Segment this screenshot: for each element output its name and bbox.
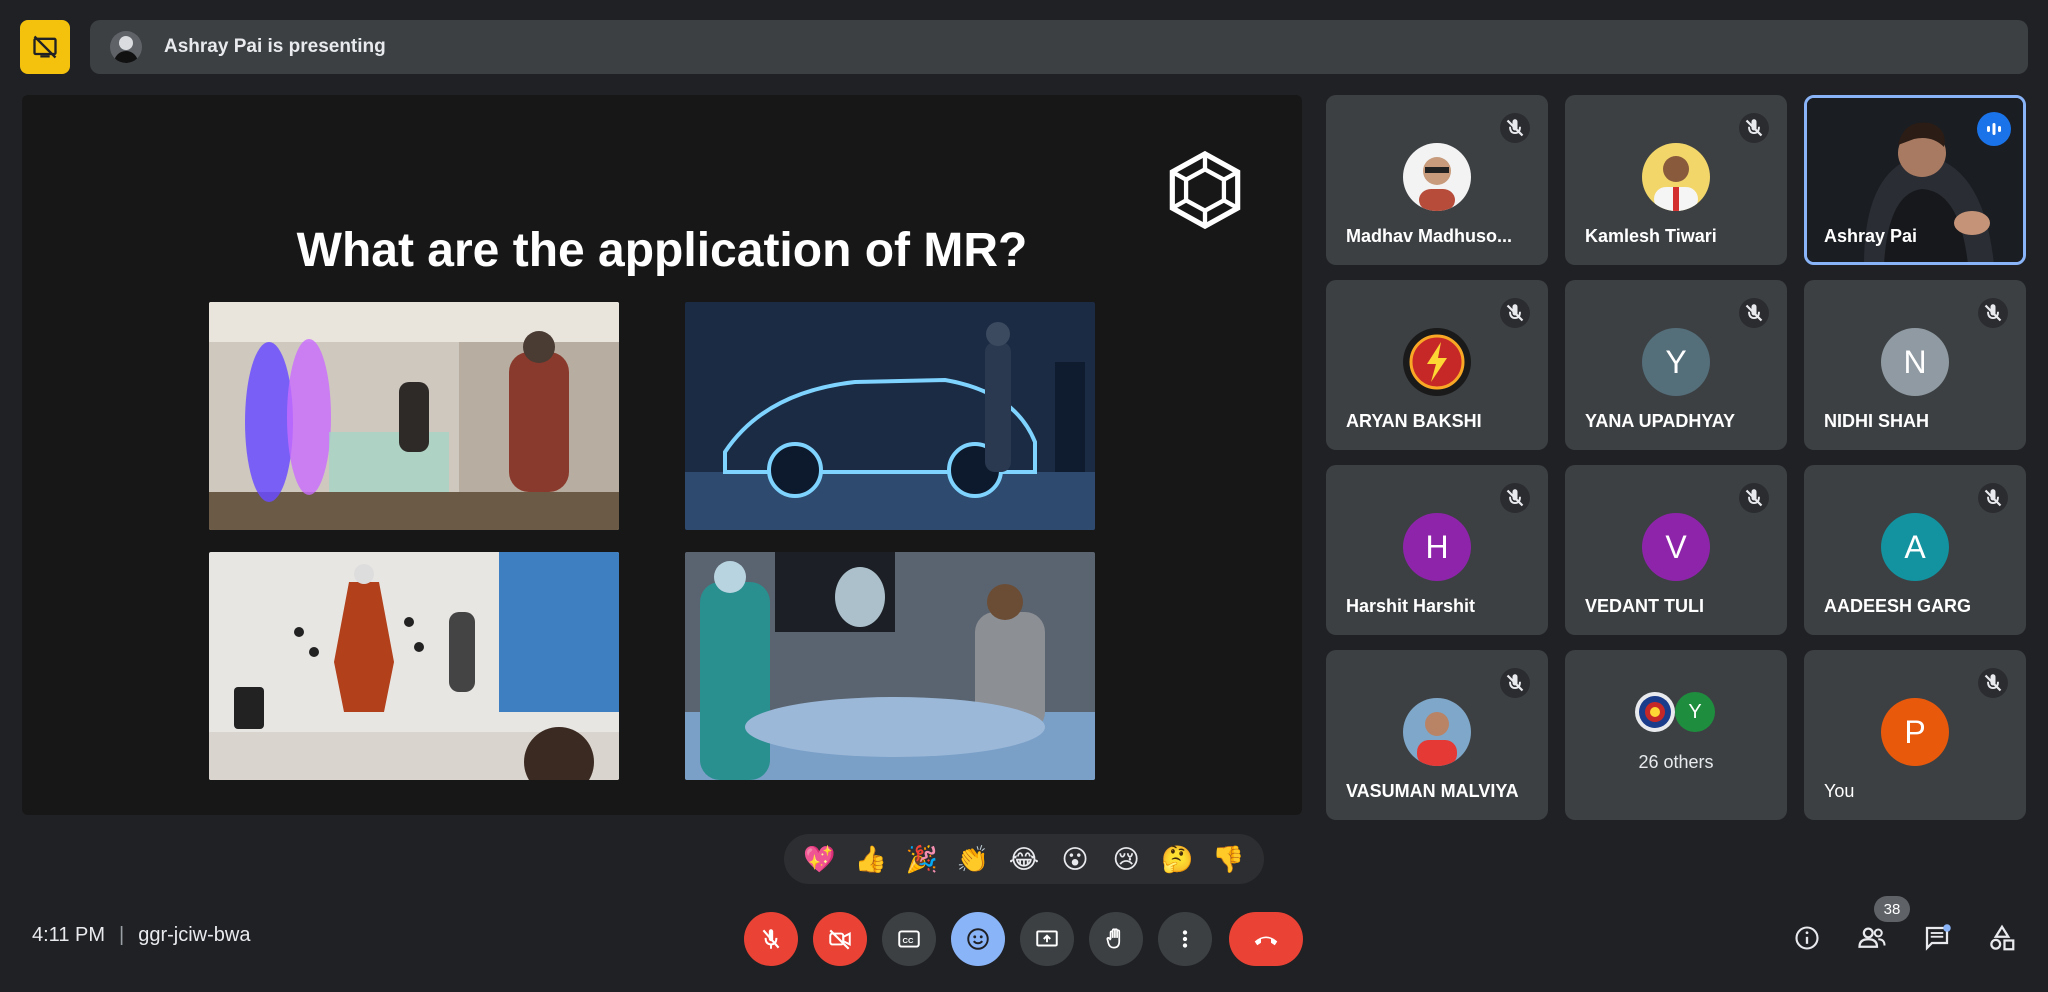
presenting-text: Ashray Pai is presenting xyxy=(164,36,386,57)
slide-image-hologram-room xyxy=(209,302,619,530)
participant-tile[interactable]: V VEDANT TULI xyxy=(1565,465,1787,635)
presenter-avatar xyxy=(110,31,142,63)
mic-off-icon xyxy=(1978,668,2008,698)
reactions-bar: 💖 👍 🎉 👏 😂 😮 😢 🤔 👎 xyxy=(784,834,1264,884)
presenting-bar: Ashray Pai is presenting xyxy=(90,20,2028,74)
participant-name: VEDANT TULI xyxy=(1585,596,1704,616)
shared-screen: What are the application of MR? xyxy=(22,95,1302,815)
camera-off-icon xyxy=(829,929,851,950)
self-tile[interactable]: P You xyxy=(1804,650,2026,820)
reaction-party[interactable]: 🎉 xyxy=(905,842,939,876)
hexagon-logo-icon xyxy=(1169,150,1241,230)
captions-button[interactable]: CC xyxy=(882,912,936,966)
stop-presenting-icon[interactable] xyxy=(20,20,70,74)
speaking-indicator-icon xyxy=(1977,112,2011,146)
participant-name: You xyxy=(1824,781,1855,801)
mic-off-icon xyxy=(1500,298,1530,328)
participant-tile[interactable]: N NIDHI SHAH xyxy=(1804,280,2026,450)
slide-image-surgical-vr xyxy=(685,552,1095,780)
more-options-button[interactable] xyxy=(1158,912,1212,966)
participant-tile[interactable]: ARYAN BAKSHI xyxy=(1326,280,1548,450)
reaction-thumbs-down[interactable]: 👎 xyxy=(1211,842,1245,876)
others-count-label: 26 others xyxy=(1638,752,1714,772)
reaction-surprised[interactable]: 😮 xyxy=(1058,842,1092,876)
reaction-thumbs-up[interactable]: 👍 xyxy=(854,842,888,876)
mic-off-icon xyxy=(1739,298,1769,328)
participant-name: Madhav Madhuso... xyxy=(1346,226,1513,246)
participant-name: AADEESH GARG xyxy=(1824,596,1972,616)
mic-off-icon xyxy=(1500,113,1530,143)
mic-toggle-button[interactable] xyxy=(744,912,798,966)
leave-call-button[interactable] xyxy=(1229,912,1303,966)
participant-initial-avatar: N xyxy=(1881,328,1949,396)
mic-off-icon xyxy=(1739,113,1769,143)
chat-icon xyxy=(1925,924,1951,951)
mic-off-icon xyxy=(1978,298,2008,328)
mic-off-icon xyxy=(762,929,780,949)
others-tile[interactable]: Y 26 others xyxy=(1565,650,1787,820)
participant-name: YANA UPADHYAY xyxy=(1585,411,1736,431)
participant-avatar xyxy=(1403,143,1471,211)
meeting-time: 4:11 PM xyxy=(32,924,105,946)
meeting-info: 4:11 PM | ggr-jciw-bwa xyxy=(32,924,251,946)
mic-off-icon xyxy=(1978,483,2008,513)
smiley-icon xyxy=(967,928,989,950)
participant-name: Ashray Pai xyxy=(1824,226,1918,246)
participant-avatar xyxy=(1642,143,1710,211)
slide-image-hologram-car xyxy=(685,302,1095,530)
reactions-button[interactable] xyxy=(951,912,1005,966)
participant-name: NIDHI SHAH xyxy=(1824,411,1930,431)
flash-logo-avatar xyxy=(1403,328,1471,396)
activities-shapes-icon xyxy=(1990,924,2015,951)
meeting-code: ggr-jciw-bwa xyxy=(138,924,251,946)
participant-name: ARYAN BAKSHI xyxy=(1346,411,1482,431)
reaction-clap[interactable]: 👏 xyxy=(956,842,990,876)
reaction-thinking[interactable]: 🤔 xyxy=(1160,842,1194,876)
participant-tile[interactable]: VASUMAN MALVIYA xyxy=(1326,650,1548,820)
participant-name: Kamlesh Tiwari xyxy=(1585,226,1717,246)
activities-button[interactable] xyxy=(1982,918,2022,958)
participant-tile-active-speaker[interactable]: Ashray Pai xyxy=(1804,95,2026,265)
reaction-sad[interactable]: 😢 xyxy=(1109,842,1143,876)
participant-initial-avatar: Y xyxy=(1642,328,1710,396)
participant-tile[interactable]: Kamlesh Tiwari xyxy=(1565,95,1787,265)
camera-toggle-button[interactable] xyxy=(813,912,867,966)
present-screen-icon xyxy=(1036,930,1058,947)
others-avatar-logo xyxy=(1635,692,1675,732)
participant-initial-avatar: A xyxy=(1881,513,1949,581)
participant-initial-avatar: H xyxy=(1403,513,1471,581)
present-screen-button[interactable] xyxy=(1020,912,1074,966)
participant-tile[interactable]: A AADEESH GARG xyxy=(1804,465,2026,635)
slide-image-ar-fashion xyxy=(209,552,619,780)
participant-tile[interactable]: H Harshit Harshit xyxy=(1326,465,1548,635)
meeting-details-button[interactable] xyxy=(1787,918,1827,958)
participant-initial-avatar: V xyxy=(1642,513,1710,581)
info-icon xyxy=(1795,926,1819,950)
reaction-laugh[interactable]: 😂 xyxy=(1007,842,1041,876)
reaction-heart[interactable]: 💖 xyxy=(803,842,837,876)
closed-captions-icon: CC xyxy=(898,930,920,948)
participant-name: Harshit Harshit xyxy=(1346,596,1476,616)
chat-button[interactable] xyxy=(1917,918,1957,958)
mic-off-icon xyxy=(1500,668,1530,698)
participant-name: VASUMAN MALVIYA xyxy=(1346,781,1519,801)
others-avatar-initial: Y xyxy=(1675,692,1715,732)
raise-hand-button[interactable] xyxy=(1089,912,1143,966)
people-icon xyxy=(1858,927,1886,948)
mic-off-icon xyxy=(1739,483,1769,513)
hand-icon xyxy=(1106,928,1121,949)
svg-text:CC: CC xyxy=(903,936,914,945)
participant-tile[interactable]: Y YANA UPADHYAY xyxy=(1565,280,1787,450)
people-button[interactable] xyxy=(1852,918,1892,958)
participant-initial-avatar: P xyxy=(1881,698,1949,766)
hang-up-icon xyxy=(1254,936,1278,946)
slide-title: What are the application of MR? xyxy=(296,224,1028,277)
mic-off-icon xyxy=(1500,483,1530,513)
participant-avatar xyxy=(1403,698,1471,766)
more-vert-icon xyxy=(1182,930,1188,948)
participant-tile[interactable]: Madhav Madhuso... xyxy=(1326,95,1548,265)
